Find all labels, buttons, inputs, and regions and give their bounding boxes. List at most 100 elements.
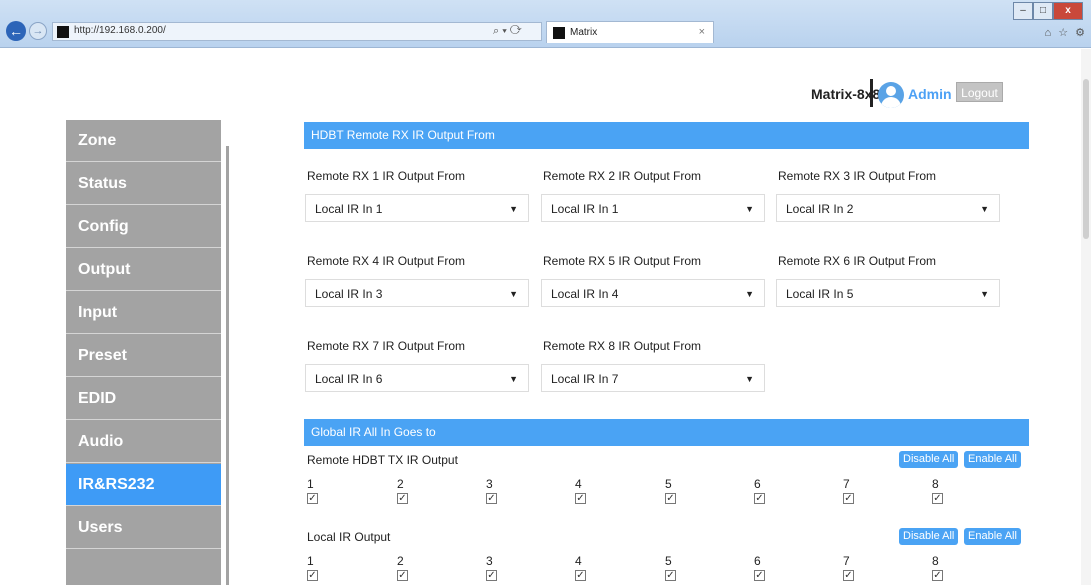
search-refresh-icon[interactable]: ⌕ ▾ ⟳ bbox=[493, 25, 522, 38]
remote-rx-2-select[interactable]: Local IR In 1 ▼ bbox=[541, 194, 765, 222]
remote-hdbt-tx-channel-3-checkbox[interactable]: ✓ bbox=[486, 493, 497, 504]
remote-hdbt-tx-channel-1-label: 1 bbox=[307, 477, 314, 491]
logout-button[interactable]: Logout bbox=[956, 82, 1003, 102]
browser-tools-icons[interactable]: ⌂ ☆ ⚙ bbox=[1045, 26, 1087, 39]
sidebar-item-edid[interactable]: EDID bbox=[66, 378, 221, 420]
remote-hdbt-tx-channel-5-label: 5 bbox=[665, 477, 672, 491]
sidebar-item-output[interactable]: Output bbox=[66, 249, 221, 291]
remote-hdbt-tx-channel-6-label: 6 bbox=[754, 477, 761, 491]
tab-favicon-icon bbox=[553, 27, 565, 39]
remote-hdbt-tx-channel-2-label: 2 bbox=[397, 477, 404, 491]
local-ir-channel-3-label: 3 bbox=[486, 554, 493, 568]
chevron-down-icon: ▼ bbox=[745, 204, 754, 214]
remote-rx-3-value: Local IR In 2 bbox=[786, 202, 854, 216]
sidebar-item-preset[interactable]: Preset bbox=[66, 335, 221, 377]
remote-rx-4-select[interactable]: Local IR In 3 ▼ bbox=[305, 279, 529, 307]
local-ir-label: Local IR Output bbox=[307, 530, 391, 544]
remote-rx-6-label: Remote RX 6 IR Output From bbox=[778, 254, 937, 268]
page-header: Matrix-8x8 Admin Logout bbox=[0, 49, 1080, 117]
global-ir-section-header: Global IR All In Goes to bbox=[304, 419, 1029, 446]
remote-hdbt-tx-channel-8-label: 8 bbox=[932, 477, 939, 491]
local-ir-channel-6-checkbox[interactable]: ✓ bbox=[754, 570, 765, 581]
sidebar-item-zone[interactable]: Zone bbox=[66, 120, 221, 162]
local-ir-channel-6-label: 6 bbox=[754, 554, 761, 568]
remote-hdbt-tx-channel-3-label: 3 bbox=[486, 477, 493, 491]
header-separator bbox=[870, 79, 873, 107]
remote-rx-3-select[interactable]: Local IR In 2 ▼ bbox=[776, 194, 1000, 222]
remote-hdbt-tx-channel-2-checkbox[interactable]: ✓ bbox=[397, 493, 408, 504]
remote-hdbt-tx-label: Remote HDBT TX IR Output bbox=[307, 453, 458, 467]
remote-rx-6-select[interactable]: Local IR In 5 ▼ bbox=[776, 279, 1000, 307]
chevron-down-icon: ▼ bbox=[509, 374, 518, 384]
remote-hdbt-tx-enable-all-button[interactable]: Enable All bbox=[964, 451, 1021, 468]
back-arrow-icon[interactable]: ← bbox=[6, 21, 26, 41]
remote-hdbt-tx-disable-all-button[interactable]: Disable All bbox=[899, 451, 959, 468]
remote-rx-6-value: Local IR In 5 bbox=[786, 287, 854, 301]
remote-hdbt-tx-channel-4-checkbox[interactable]: ✓ bbox=[575, 493, 586, 504]
sidebar-item-config[interactable]: Config bbox=[66, 206, 221, 248]
close-icon[interactable]: x bbox=[1053, 2, 1083, 20]
sidebar-item-ir-rs232[interactable]: IR&RS232 bbox=[66, 464, 221, 506]
user-name: Admin bbox=[908, 86, 952, 102]
remote-rx-4-value: Local IR In 3 bbox=[315, 287, 383, 301]
remote-hdbt-tx-channel-6-checkbox[interactable]: ✓ bbox=[754, 493, 765, 504]
site-favicon-icon bbox=[57, 26, 69, 38]
remote-rx-5-select[interactable]: Local IR In 4 ▼ bbox=[541, 279, 765, 307]
remote-rx-section-header: HDBT Remote RX IR Output From bbox=[304, 122, 1029, 149]
remote-hdbt-tx-channel-5-checkbox[interactable]: ✓ bbox=[665, 493, 676, 504]
remote-hdbt-tx-channel-7-checkbox[interactable]: ✓ bbox=[843, 493, 854, 504]
scrollbar-thumb[interactable] bbox=[1083, 79, 1089, 239]
remote-rx-8-select[interactable]: Local IR In 7 ▼ bbox=[541, 364, 765, 392]
remote-rx-3-label: Remote RX 3 IR Output From bbox=[778, 169, 937, 183]
remote-rx-8-value: Local IR In 7 bbox=[551, 372, 619, 386]
remote-rx-7-value: Local IR In 6 bbox=[315, 372, 383, 386]
local-ir-channel-1-label: 1 bbox=[307, 554, 314, 568]
remote-hdbt-tx-channel-7-label: 7 bbox=[843, 477, 850, 491]
local-ir-channel-4-checkbox[interactable]: ✓ bbox=[575, 570, 586, 581]
local-ir-channel-8-label: 8 bbox=[932, 554, 939, 568]
browser-tab[interactable]: Matrix × bbox=[546, 21, 714, 43]
remote-rx-2-value: Local IR In 1 bbox=[551, 202, 619, 216]
local-ir-channel-1-checkbox[interactable]: ✓ bbox=[307, 570, 318, 581]
local-ir-channel-7-checkbox[interactable]: ✓ bbox=[843, 570, 854, 581]
local-ir-channel-7-label: 7 bbox=[843, 554, 850, 568]
forward-arrow-icon[interactable]: → bbox=[29, 22, 47, 40]
user-avatar-icon bbox=[878, 82, 904, 108]
minimize-icon[interactable]: – bbox=[1013, 2, 1033, 20]
local-ir-channel-8-checkbox[interactable]: ✓ bbox=[932, 570, 943, 581]
remote-rx-5-value: Local IR In 4 bbox=[551, 287, 619, 301]
remote-rx-5-label: Remote RX 5 IR Output From bbox=[543, 254, 702, 268]
remote-rx-1-select[interactable]: Local IR In 1 ▼ bbox=[305, 194, 529, 222]
local-ir-disable-all-button[interactable]: Disable All bbox=[899, 528, 959, 545]
address-bar[interactable]: http://192.168.0.200/ ⌕ ▾ ⟳ bbox=[52, 22, 542, 41]
local-ir-channel-5-checkbox[interactable]: ✓ bbox=[665, 570, 676, 581]
vertical-scrollbar[interactable] bbox=[1081, 49, 1091, 585]
tab-close-icon[interactable]: × bbox=[699, 26, 705, 38]
local-ir-channel-5-label: 5 bbox=[665, 554, 672, 568]
remote-rx-8-label: Remote RX 8 IR Output From bbox=[543, 339, 702, 353]
local-ir-enable-all-button[interactable]: Enable All bbox=[964, 528, 1021, 545]
content-divider bbox=[226, 146, 229, 585]
sidebar-item-audio[interactable]: Audio bbox=[66, 421, 221, 463]
remote-rx-7-select[interactable]: Local IR In 6 ▼ bbox=[305, 364, 529, 392]
sidebar-item-users[interactable]: Users bbox=[66, 507, 221, 549]
sidebar-item-input[interactable]: Input bbox=[66, 292, 221, 334]
remote-rx-1-value: Local IR In 1 bbox=[315, 202, 383, 216]
tab-title: Matrix bbox=[570, 27, 598, 38]
address-url: http://192.168.0.200/ bbox=[74, 25, 166, 36]
sidebar: Zone Status Config Output Input Preset E… bbox=[66, 120, 221, 585]
local-ir-channel-2-checkbox[interactable]: ✓ bbox=[397, 570, 408, 581]
remote-rx-1-label: Remote RX 1 IR Output From bbox=[307, 169, 466, 183]
chevron-down-icon: ▼ bbox=[509, 289, 518, 299]
maximize-icon[interactable]: □ bbox=[1033, 2, 1053, 20]
local-ir-channel-4-label: 4 bbox=[575, 554, 582, 568]
chevron-down-icon: ▼ bbox=[509, 204, 518, 214]
local-ir-channel-3-checkbox[interactable]: ✓ bbox=[486, 570, 497, 581]
chevron-down-icon: ▼ bbox=[745, 289, 754, 299]
window-controls: – □ x bbox=[1013, 2, 1083, 20]
sidebar-item-status[interactable]: Status bbox=[66, 163, 221, 205]
page: Matrix-8x8 Admin Logout Zone Status Conf… bbox=[0, 49, 1091, 585]
chevron-down-icon: ▼ bbox=[980, 204, 989, 214]
remote-hdbt-tx-channel-1-checkbox[interactable]: ✓ bbox=[307, 493, 318, 504]
remote-hdbt-tx-channel-8-checkbox[interactable]: ✓ bbox=[932, 493, 943, 504]
